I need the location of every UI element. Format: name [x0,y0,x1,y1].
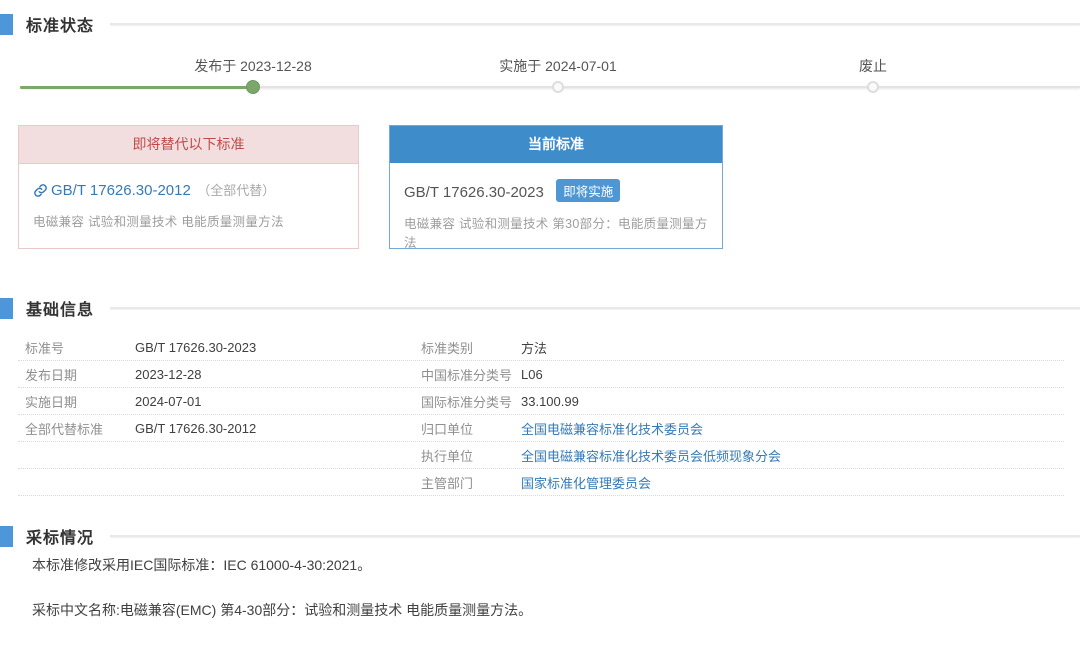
replaced-standard-row: GB/T 17626.30-2012 （全部代替） [33,180,344,200]
row-label: 归口单位 [414,419,514,438]
row-value: GB/T 17626.30-2012 [128,421,414,436]
table-row: 实施日期 2024-07-01 国际标准分类号 33.100.99 [18,388,1064,415]
standard-cards: 即将替代以下标准 GB/T 17626.30-2012 （全部代替） 电磁兼容 … [18,125,723,249]
timeline-step-abolished-label: 废止 [859,56,887,76]
section-divider [110,23,1080,25]
centralized-unit-link[interactable]: 全国电磁兼容标准化技术委员会 [514,419,1064,438]
replaced-standard-card: 即将替代以下标准 GB/T 17626.30-2012 （全部代替） 电磁兼容 … [18,125,359,249]
row-label: 全部代替标准 [18,419,128,438]
current-standard-description: 电磁兼容 试验和测量技术 第30部分：电能质量测量方法 [404,213,708,251]
replaced-standard-code[interactable]: GB/T 17626.30-2012 [51,182,191,199]
row-value: 方法 [514,338,1064,357]
table-row: 执行单位 全国电磁兼容标准化技术委员会低频现象分会 [18,442,1064,469]
replaced-standard-link[interactable]: GB/T 17626.30-2012 [33,182,191,199]
row-label: 中国标准分类号 [414,365,514,384]
replaced-card-header: 即将替代以下标准 [19,126,358,164]
timeline-dot-implemented [552,81,564,93]
timeline-progress [20,86,254,89]
executing-unit-link[interactable]: 全国电磁兼容标准化技术委员会低频现象分会 [514,446,1064,465]
section-marker [0,14,13,35]
timeline-step-implemented-label: 实施于 2024-07-01 [499,56,617,76]
table-row: 主管部门 国家标准化管理委员会 [18,469,1064,496]
adoption-line-2: 采标中文名称:电磁兼容(EMC) 第4-30部分：试验和测量技术 电能质量测量方… [32,600,532,620]
status-timeline: 发布于 2023-12-28 实施于 2024-07-01 废止 [0,50,1080,105]
row-label: 标准号 [18,338,128,357]
row-label: 国际标准分类号 [414,392,514,411]
section-title-status: 标准状态 [26,12,94,36]
row-value: L06 [514,367,1064,382]
section-marker [0,526,13,547]
section-divider [110,535,1080,537]
replace-note: （全部代替） [197,183,275,198]
current-standard-row: GB/T 17626.30-2023 即将实施 [404,179,708,202]
standard-detail-page: 标准状态 发布于 2023-12-28 实施于 2024-07-01 废止 即将… [0,0,1080,645]
row-label: 主管部门 [414,473,514,492]
row-label: 执行单位 [414,446,514,465]
current-card-header: 当前标准 [390,126,722,163]
link-icon [33,183,48,198]
basic-info-table: 标准号 GB/T 17626.30-2023 标准类别 方法 发布日期 2023… [18,334,1064,496]
table-row: 全部代替标准 GB/T 17626.30-2012 归口单位 全国电磁兼容标准化… [18,415,1064,442]
timeline-step-published-label: 发布于 2023-12-28 [194,56,312,76]
section-title-basic-info: 基础信息 [26,296,94,320]
current-standard-code: GB/T 17626.30-2023 [404,184,544,201]
timeline-dot-abolished [867,81,879,93]
row-label: 标准类别 [414,338,514,357]
row-value: GB/T 17626.30-2023 [128,340,414,355]
current-standard-card: 当前标准 GB/T 17626.30-2023 即将实施 电磁兼容 试验和测量技… [389,125,723,249]
section-header-adoption: 采标情况 [0,525,1080,547]
competent-department-link[interactable]: 国家标准化管理委员会 [514,473,1064,492]
table-row: 发布日期 2023-12-28 中国标准分类号 L06 [18,361,1064,388]
table-row: 标准号 GB/T 17626.30-2023 标准类别 方法 [18,334,1064,361]
section-header-status: 标准状态 [0,13,1080,35]
row-value: 2024-07-01 [128,394,414,409]
replaced-standard-description: 电磁兼容 试验和测量技术 电能质量测量方法 [33,211,344,230]
row-label: 实施日期 [18,392,128,411]
row-value: 33.100.99 [514,394,1064,409]
section-divider [110,307,1080,309]
status-badge: 即将实施 [556,179,620,202]
section-title-adoption: 采标情况 [26,524,94,548]
row-label: 发布日期 [18,365,128,384]
timeline-dot-published [246,80,260,94]
section-marker [0,298,13,319]
adoption-line-1: 本标准修改采用IEC国际标准：IEC 61000-4-30:2021。 [32,555,371,575]
section-header-basic-info: 基础信息 [0,297,1080,319]
row-value: 2023-12-28 [128,367,414,382]
